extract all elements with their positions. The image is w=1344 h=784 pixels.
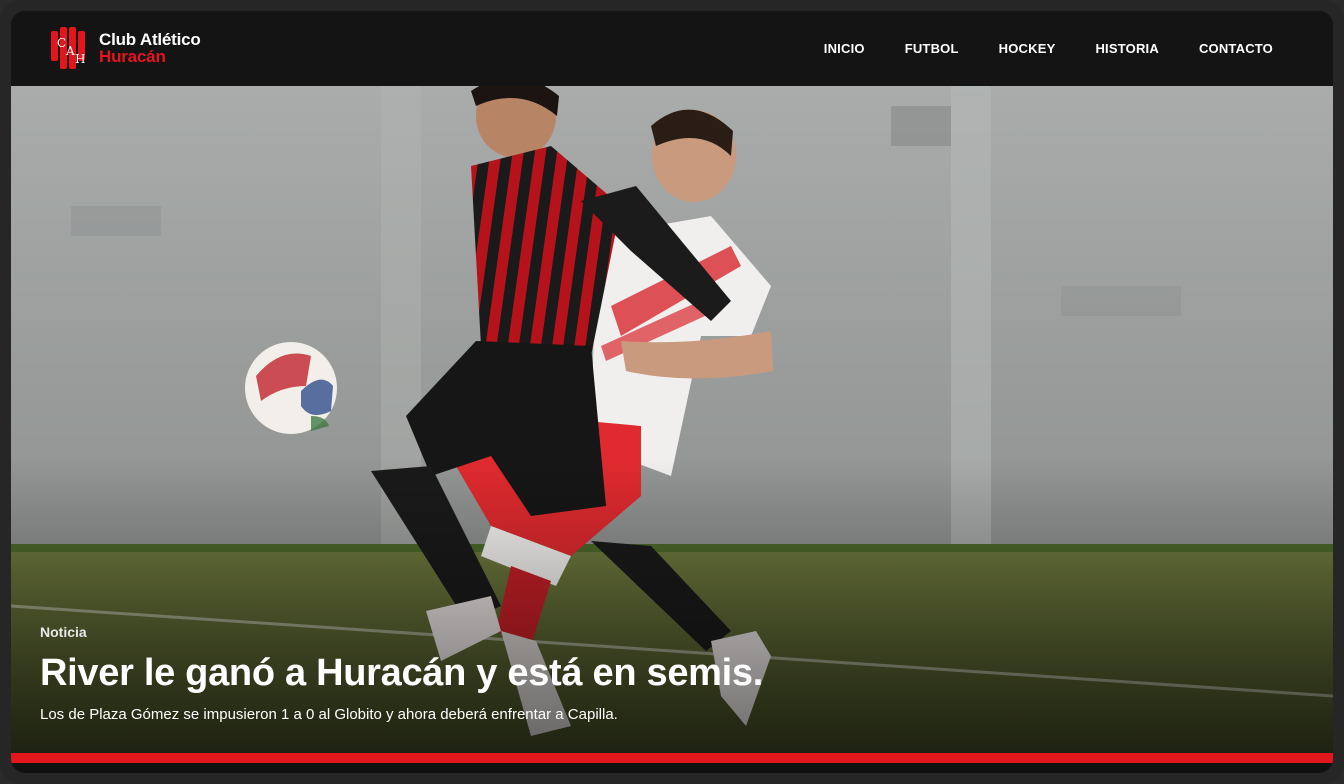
news-summary: Los de Plaza Gómez se impusieron 1 a 0 a…	[40, 706, 618, 723]
main-menu: INICIO FUTBOL HOCKEY HISTORIA CONTACTO	[824, 11, 1273, 86]
accent-bar	[11, 753, 1333, 763]
news-category-label: Noticia	[40, 624, 87, 640]
nav-item-futbol[interactable]: FUTBOL	[905, 41, 959, 56]
news-headline[interactable]: River le ganó a Huracán y está en semis.	[40, 652, 763, 694]
svg-text:A: A	[65, 44, 75, 58]
svg-text:H: H	[75, 52, 85, 66]
top-navbar: C A H Club Atlético Huracán INICIO FUTBO…	[11, 11, 1333, 86]
brand-name-line1: Club Atlético	[99, 30, 201, 49]
club-crest-icon: C A H	[51, 27, 85, 69]
browser-viewport: C A H Club Atlético Huracán INICIO FUTBO…	[11, 11, 1333, 773]
svg-text:C: C	[57, 36, 66, 50]
nav-item-contacto[interactable]: CONTACTO	[1199, 41, 1273, 56]
brand-name-line2: Huracán	[99, 47, 166, 66]
device-frame: C A H Club Atlético Huracán INICIO FUTBO…	[0, 0, 1344, 784]
hero-banner[interactable]: Noticia River le ganó a Huracán y está e…	[11, 86, 1333, 763]
hero-caption: Noticia River le ganó a Huracán y está e…	[40, 624, 763, 723]
nav-item-historia[interactable]: HISTORIA	[1095, 41, 1158, 56]
brand-name: Club Atlético Huracán	[99, 31, 201, 65]
nav-item-inicio[interactable]: INICIO	[824, 41, 865, 56]
nav-item-hockey[interactable]: HOCKEY	[999, 41, 1056, 56]
club-logo[interactable]: C A H Club Atlético Huracán	[47, 25, 201, 71]
